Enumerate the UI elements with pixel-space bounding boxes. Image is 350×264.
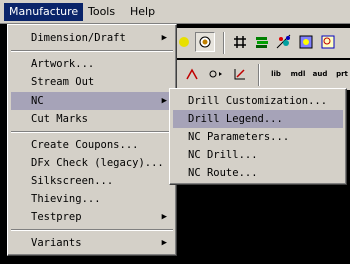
menu-item-silkscreen[interactable]: Silkscreen... xyxy=(11,172,173,190)
menu-item-testprep[interactable]: Testprep ▶ xyxy=(11,208,173,226)
menu-item-thieving[interactable]: Thieving... xyxy=(11,190,173,208)
submenu-arrow-icon: ▶ xyxy=(161,96,167,106)
toolbar-separator xyxy=(258,64,260,86)
layers-icon[interactable] xyxy=(252,32,272,52)
menu-tools[interactable]: Tools xyxy=(83,3,120,21)
target-icon[interactable] xyxy=(195,32,215,52)
menu-item-artwork[interactable]: Artwork... xyxy=(11,55,173,73)
print-button[interactable]: prt xyxy=(332,64,350,84)
menu-item-nc-parameters[interactable]: NC Parameters... xyxy=(173,128,343,146)
angle-icon[interactable] xyxy=(230,64,250,84)
grid-icon[interactable] xyxy=(230,32,250,52)
toolbar-row-2: lib mdl aud prt xyxy=(170,60,350,90)
module-button[interactable]: mdl xyxy=(288,64,308,84)
menu-item-drill-customization[interactable]: Drill Customization... xyxy=(173,92,343,110)
manufacture-menu: Dimension/Draft ▶ Artwork... Stream Out N… xyxy=(7,24,177,256)
menu-item-dfx-check[interactable]: DFx Check (legacy)... xyxy=(11,154,173,172)
menu-item-cut-marks[interactable]: Cut Marks xyxy=(11,110,173,128)
point-icon[interactable] xyxy=(206,64,226,84)
submenu-arrow-icon: ▶ xyxy=(161,238,167,248)
yellow-dot-icon[interactable] xyxy=(174,32,194,52)
fillet-icon[interactable] xyxy=(182,64,202,84)
menu-bar: Manufacture Tools Help xyxy=(0,0,350,24)
menu-item-drill-legend[interactable]: Drill Legend... xyxy=(173,110,343,128)
menu-item-nc[interactable]: NC ▶ xyxy=(11,92,173,110)
blue-square-icon[interactable] xyxy=(296,32,316,52)
audit-button[interactable]: aud xyxy=(310,64,330,84)
submenu-arrow-icon: ▶ xyxy=(161,212,167,222)
menu-item-nc-route[interactable]: NC Route... xyxy=(173,164,343,182)
menu-item-variants[interactable]: Variants ▶ xyxy=(11,234,173,252)
toolbar-row-1 xyxy=(170,28,350,58)
menu-separator xyxy=(11,229,173,231)
menu-item-dimension-draft[interactable]: Dimension/Draft ▶ xyxy=(11,29,173,47)
zoom-icon[interactable] xyxy=(318,32,338,52)
menu-separator xyxy=(11,50,173,52)
menu-item-create-coupons[interactable]: Create Coupons... xyxy=(11,136,173,154)
menu-help[interactable]: Help xyxy=(125,3,160,21)
toolbar-separator xyxy=(223,32,225,54)
submenu-arrow-icon: ▶ xyxy=(161,33,167,43)
library-button[interactable]: lib xyxy=(266,64,286,84)
menu-item-nc-drill[interactable]: NC Drill... xyxy=(173,146,343,164)
menu-item-stream-out[interactable]: Stream Out xyxy=(11,73,173,91)
menu-separator xyxy=(11,131,173,133)
nc-submenu: Drill Customization... Drill Legend... N… xyxy=(169,88,347,185)
color-palette-icon[interactable] xyxy=(274,32,294,52)
menu-manufacture[interactable]: Manufacture xyxy=(4,3,84,21)
